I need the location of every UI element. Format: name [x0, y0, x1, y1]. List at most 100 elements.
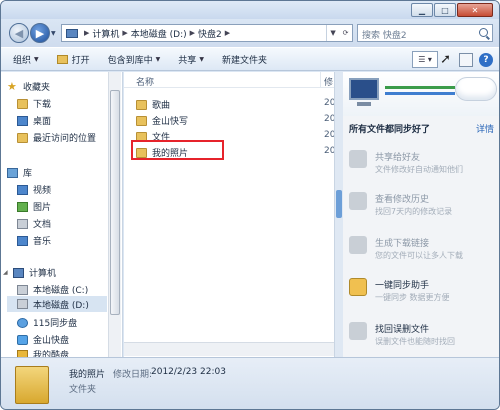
- nav-item-downloads[interactable]: 下载: [17, 97, 51, 110]
- nav-item-music[interactable]: 音乐: [17, 234, 51, 247]
- link-icon: [349, 236, 367, 254]
- nav-item-drive-c[interactable]: 本地磁盘 (C:): [17, 283, 88, 296]
- forward-button[interactable]: ▶: [30, 23, 50, 43]
- action-title: 查看修改历史: [375, 195, 430, 205]
- nav-label: 下载: [33, 100, 52, 110]
- file-row-songs[interactable]: 歌曲: [136, 98, 170, 111]
- open-button[interactable]: 打开: [56, 53, 90, 66]
- nav-label: 金山快盘: [33, 336, 70, 346]
- details-link[interactable]: 详情: [476, 122, 494, 135]
- chevron-down-icon[interactable]: ▼: [330, 29, 335, 37]
- open-label: 打开: [71, 55, 90, 66]
- recycle-icon: [349, 322, 367, 340]
- share-button[interactable]: 共享 ▼: [178, 53, 204, 66]
- action-title: 找回误删文件: [375, 325, 430, 335]
- modified-label: 修改日期:: [113, 370, 153, 380]
- address-bar[interactable]: ▶ 计算机 ▶ 本地磁盘 (D:) ▶ 快盘2 ▶ ▼ ⟳: [61, 24, 353, 42]
- nav-scrollbar[interactable]: [108, 72, 121, 357]
- nav-item-115-sync[interactable]: 115同步盘: [17, 316, 77, 329]
- recent-places-icon: [17, 132, 28, 143]
- chevron-right-icon: ▶: [122, 29, 128, 37]
- nav-item-documents[interactable]: 文档: [17, 217, 51, 230]
- action-view-history[interactable]: 查看修改历史 找回7天内的修改记录: [343, 188, 499, 224]
- action-recover-deleted[interactable]: 找回误删文件 误删文件也能随时找回: [343, 318, 499, 354]
- open-folder-icon: [56, 54, 68, 64]
- include-in-library-button[interactable]: 包含到库中 ▼: [108, 53, 161, 66]
- action-title: 共享给好友: [375, 153, 421, 163]
- nav-item-kuaipan[interactable]: 金山快盘: [17, 333, 69, 346]
- share-label: 共享: [178, 55, 197, 66]
- libraries-label: 库: [23, 169, 33, 179]
- breadcrumb-drive-d[interactable]: 本地磁盘 (D:): [131, 27, 187, 40]
- include-label: 包含到库中: [107, 55, 153, 66]
- sync-status-text: 所有文件都同步好了: [349, 124, 431, 135]
- column-divider[interactable]: [320, 72, 321, 88]
- search-input[interactable]: 搜索 快盘2: [357, 24, 493, 42]
- address-row: ◀ ▶ ▼ ▶ 计算机 ▶ 本地磁盘 (D:) ▶ 快盘2 ▶ ▼ ⟳ 搜索 快…: [1, 19, 499, 47]
- action-subtitle: 您的文件可以让多人下载: [375, 251, 463, 260]
- nav-item-drive-d[interactable]: 本地磁盘 (D:): [7, 296, 107, 312]
- nav-item-pictures[interactable]: 图片: [17, 200, 51, 213]
- horizontal-scrollbar[interactable]: [124, 342, 334, 356]
- address-controls: ▼ ⟳: [326, 25, 352, 41]
- search-placeholder: 搜索 快盘2: [362, 31, 407, 41]
- close-button[interactable]: ✕: [457, 3, 493, 17]
- file-name: 歌曲: [152, 101, 171, 111]
- maximize-button[interactable]: □: [434, 3, 456, 17]
- search-icon[interactable]: [479, 28, 488, 37]
- nav-group-libraries[interactable]: 库: [7, 166, 32, 179]
- action-subtitle: 一键同步 数据更方便: [375, 293, 450, 302]
- collapse-panel-button[interactable]: [336, 190, 342, 218]
- column-date-header[interactable]: 修: [324, 75, 333, 88]
- action-sync-assistant[interactable]: 一键同步助手 一键同步 数据更方便: [343, 274, 499, 310]
- computer-icon: [66, 28, 78, 38]
- file-list: 名称 修 歌曲 20 金山快写 20 文件 20 我的照片 20: [124, 72, 335, 357]
- nav-group-favorites[interactable]: ★ 收藏夹: [7, 80, 50, 94]
- share-icon: [349, 150, 367, 168]
- back-button[interactable]: ◀: [9, 23, 29, 43]
- nav-scrollbar-thumb[interactable]: [110, 90, 120, 315]
- pictures-icon: [17, 201, 28, 212]
- chevron-down-icon: ▼: [155, 55, 161, 63]
- cloud-drive-icon: [17, 317, 28, 328]
- downloads-folder-icon: [17, 98, 28, 109]
- nav-label: 图片: [33, 203, 52, 213]
- breadcrumb-computer[interactable]: 计算机: [92, 27, 119, 40]
- organize-button[interactable]: 组织 ▼: [13, 53, 39, 66]
- history-icon: [349, 192, 367, 210]
- action-share-with-friends[interactable]: 共享给好友 文件修改好自动通知他们: [343, 146, 499, 182]
- sync-status: 所有文件都同步好了 详情: [343, 119, 499, 137]
- collapse-arrow-icon[interactable]: ◢: [3, 269, 8, 276]
- libraries-icon: [7, 167, 18, 178]
- sync-line-blue: [385, 92, 455, 95]
- nav-item-desktop[interactable]: 桌面: [17, 114, 51, 127]
- new-folder-button[interactable]: 新建文件夹: [222, 53, 267, 66]
- help-icon[interactable]: ?: [479, 52, 493, 67]
- refresh-icon[interactable]: ⟳: [343, 29, 349, 37]
- view-controls: ☰ ▾ ➚ ?: [412, 51, 493, 68]
- minimize-button[interactable]: ▁: [411, 3, 433, 17]
- monitor-stand: [357, 102, 371, 106]
- preview-pane-icon[interactable]: [459, 52, 473, 67]
- sync-banner: [343, 72, 499, 116]
- nav-item-recent-places[interactable]: 最近访问的位置: [17, 131, 96, 144]
- chevron-right-icon: ▶: [224, 29, 231, 37]
- highlight-box: [131, 140, 224, 160]
- nav-item-videos[interactable]: 视频: [17, 183, 51, 196]
- column-name-header[interactable]: 名称: [136, 75, 154, 88]
- hand-icon: [349, 278, 367, 296]
- action-subtitle: 找回7天内的修改记录: [375, 207, 453, 216]
- chevron-right-icon: ▶: [84, 29, 90, 37]
- drive-icon: [17, 299, 28, 309]
- breadcrumb-kuaipan2[interactable]: 快盘2: [198, 27, 222, 40]
- desktop-icon: [17, 115, 28, 126]
- selected-item-name: 我的照片: [69, 370, 106, 380]
- file-row-kingsoft-writer[interactable]: 金山快写: [136, 114, 188, 127]
- action-generate-link[interactable]: 生成下载链接 您的文件可以让多人下载: [343, 232, 499, 268]
- change-view-button[interactable]: ☰ ▾: [412, 51, 439, 68]
- recent-pages-dropdown[interactable]: ▼: [51, 30, 56, 37]
- file-name: 金山快写: [152, 117, 189, 127]
- nav-group-computer[interactable]: 计算机: [13, 266, 56, 279]
- chevron-right-icon: ▶: [189, 29, 196, 37]
- drive-icon: [17, 284, 28, 295]
